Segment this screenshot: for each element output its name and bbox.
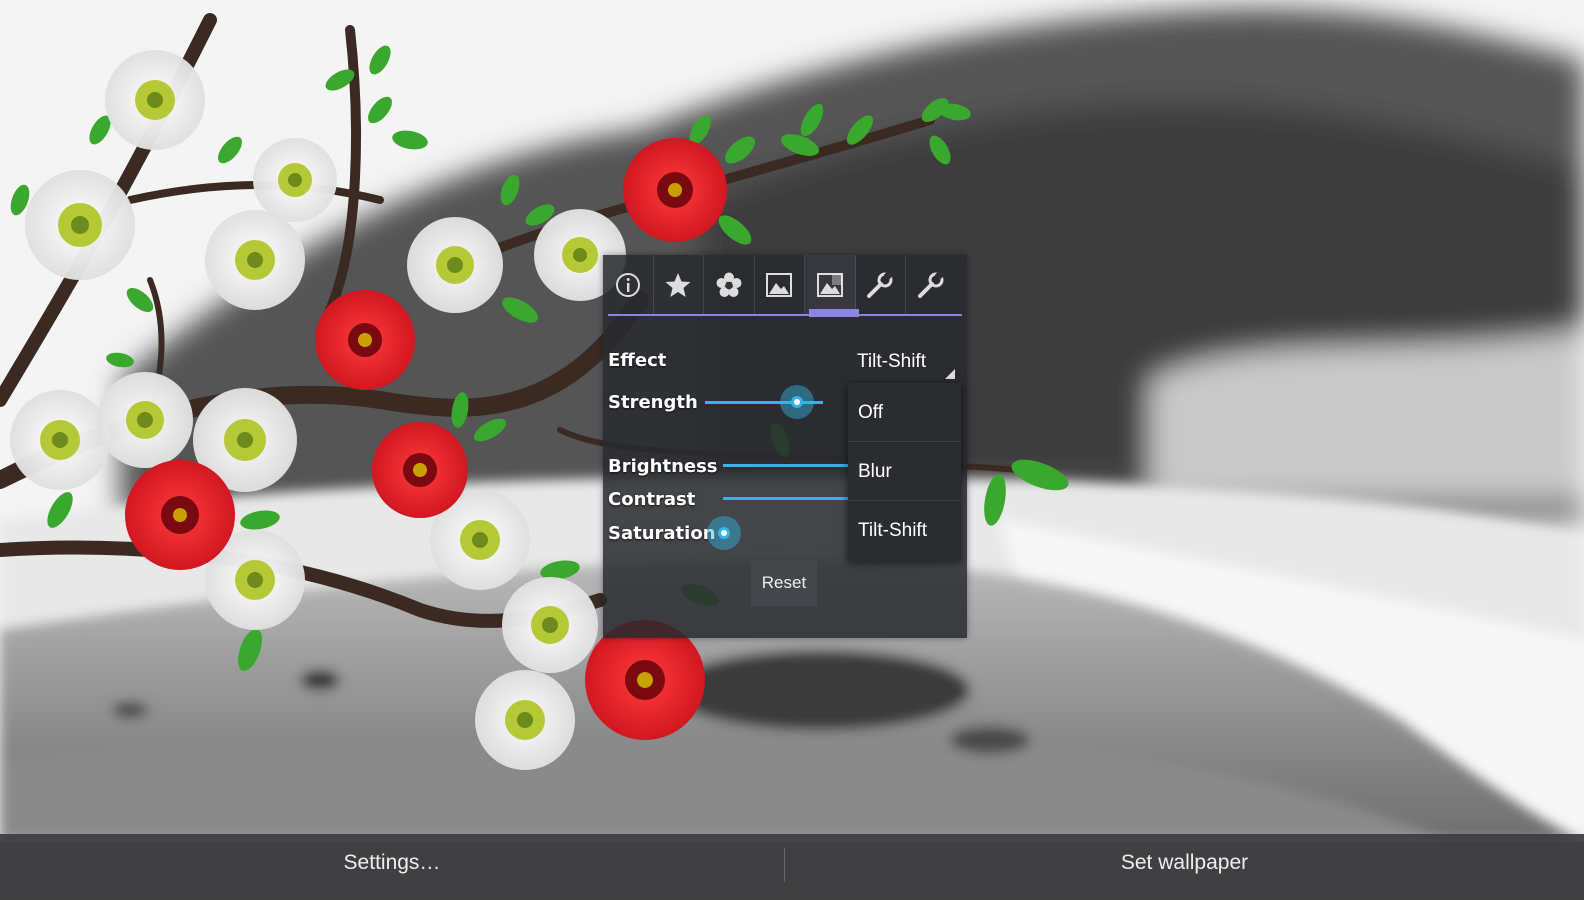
tab-background[interactable] xyxy=(755,255,805,315)
tab-info[interactable] xyxy=(603,255,654,315)
effect-option-off[interactable]: Off xyxy=(848,383,961,442)
effect-label: Effect xyxy=(608,350,667,371)
settings-button[interactable]: Settings… xyxy=(0,834,784,900)
brightness-label: Brightness xyxy=(608,456,718,477)
dropdown-corner-icon xyxy=(945,369,955,379)
wrench-alt-icon xyxy=(918,270,945,298)
saturation-label: Saturation xyxy=(608,523,716,544)
effect-option-tilt-shift[interactable]: Tilt-Shift xyxy=(848,501,961,560)
strength-slider-thumb[interactable] xyxy=(780,385,814,419)
saturation-slider-thumb[interactable] xyxy=(707,516,741,550)
bottom-action-bar: Settings… Set wallpaper xyxy=(0,834,1584,900)
info-icon xyxy=(615,273,640,297)
tab-bar xyxy=(603,255,967,315)
contrast-label: Contrast xyxy=(608,489,696,510)
star-icon xyxy=(665,273,691,297)
tab-advanced[interactable] xyxy=(906,255,957,315)
tab-favorites[interactable] xyxy=(654,255,704,315)
picture-icon xyxy=(766,273,793,297)
brightness-slider[interactable] xyxy=(723,464,848,467)
effect-select[interactable]: Tilt-Shift xyxy=(847,345,961,383)
tab-flowers[interactable] xyxy=(704,255,755,315)
active-tab-indicator xyxy=(809,309,859,317)
effect-dropdown-menu: Off Blur Tilt-Shift xyxy=(848,383,961,561)
wrench-icon xyxy=(867,270,894,298)
strength-label: Strength xyxy=(608,392,698,413)
contrast-slider[interactable] xyxy=(723,497,848,500)
picture-effect-icon xyxy=(816,273,843,297)
tab-tools[interactable] xyxy=(856,255,906,315)
tab-divider xyxy=(608,314,962,316)
flower-icon xyxy=(716,272,742,297)
effect-select-value: Tilt-Shift xyxy=(857,351,926,372)
set-wallpaper-button[interactable]: Set wallpaper xyxy=(785,834,1584,900)
reset-button[interactable]: Reset xyxy=(751,560,817,606)
effect-option-blur[interactable]: Blur xyxy=(848,442,961,501)
tab-effects[interactable] xyxy=(805,255,856,315)
